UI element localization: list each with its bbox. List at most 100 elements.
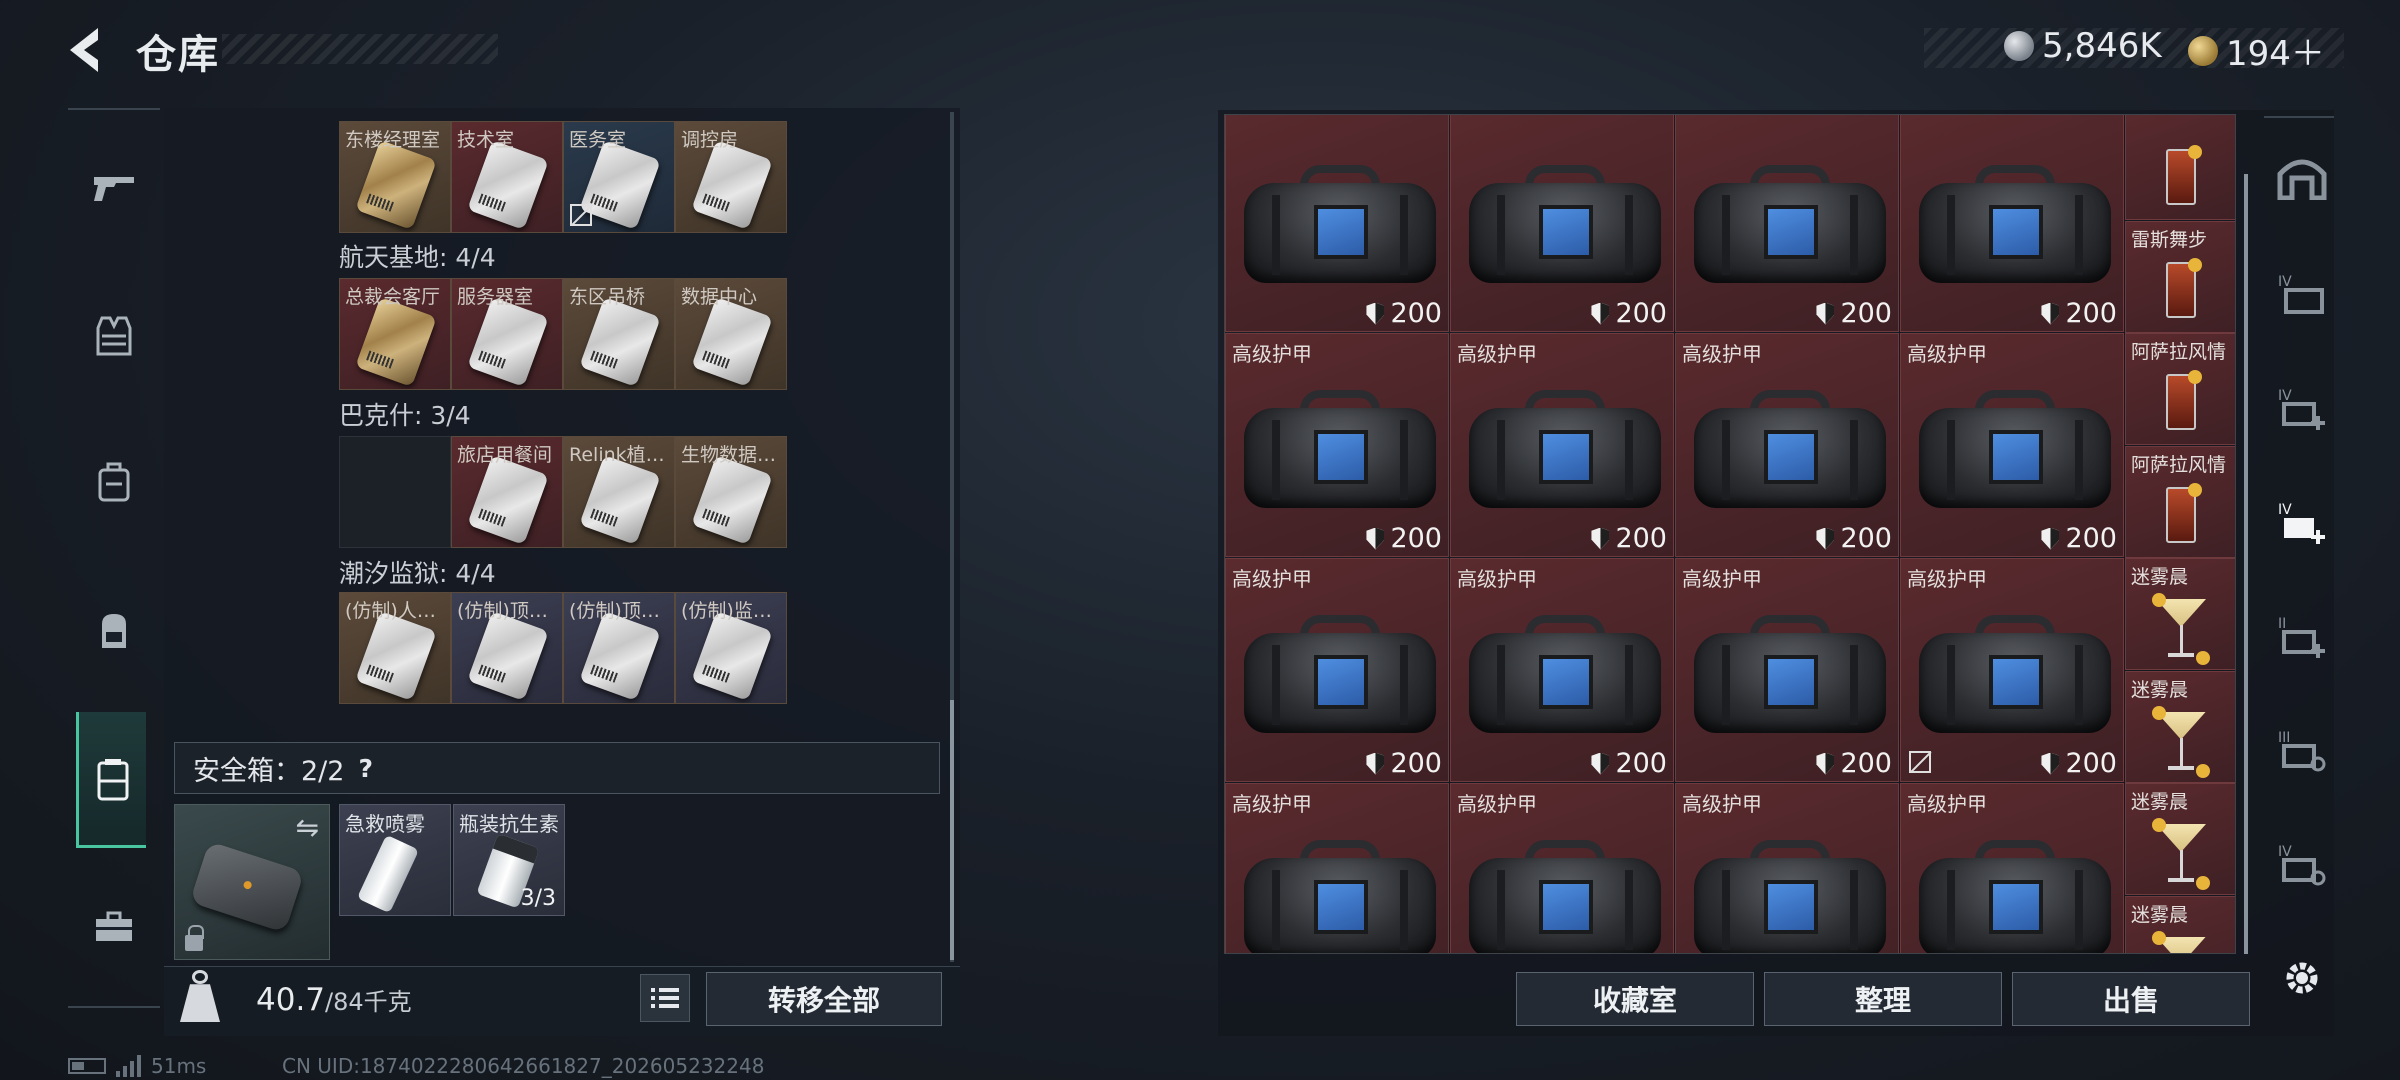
armor-item-cell[interactable]: 高级护甲200 <box>1225 783 1449 953</box>
key-card[interactable]: (仿制)顶… <box>451 592 563 704</box>
tab-stash-iv-d[interactable]: IV <box>2274 836 2330 892</box>
armor-item-cell[interactable]: 高级护甲186 <box>1450 783 1674 953</box>
armor-item-cell[interactable]: 高级护甲200 <box>1675 333 1899 557</box>
tab-stash-iv-a[interactable]: IV <box>2274 266 2330 322</box>
key-card[interactable]: 数据中心 <box>675 278 787 390</box>
drink-item-cell[interactable]: 迷雾晨 <box>2125 558 2235 670</box>
shield-icon <box>1366 527 1385 550</box>
nav-toolbox[interactable] <box>78 890 150 962</box>
stash-iv-add-icon: IV <box>2278 388 2325 430</box>
armor-item-cell[interactable]: 200 <box>1225 115 1449 332</box>
armor-item-cell[interactable]: 高级护甲200 <box>1450 333 1674 557</box>
durability-number: 200 <box>1390 523 1442 554</box>
safe-box-slot[interactable]: ⇋ <box>174 804 330 960</box>
armor-item-cell[interactable]: 高级护甲157 <box>1900 783 2124 953</box>
durability-number: 200 <box>1615 748 1667 779</box>
item-name: 雷斯舞步 <box>2131 228 2208 251</box>
drink-item-cell[interactable] <box>2125 115 2235 220</box>
armor-item-cell[interactable]: 高级护甲200 <box>1225 558 1449 782</box>
key-card[interactable]: 东楼经理室 <box>339 121 451 233</box>
item-name: 高级护甲 <box>1232 567 1312 591</box>
armor-item-cell[interactable]: 高级护甲200 <box>1900 333 2124 557</box>
stash-iv-icon: IV <box>2278 274 2324 314</box>
tab-stash-iv-c[interactable]: IV <box>2274 494 2330 550</box>
drink-item-cell[interactable]: 迷雾晨 <box>2125 670 2235 783</box>
key-row-0: 东楼经理室 技术室 医务室 调控房 <box>339 121 787 233</box>
transfer-all-button[interactable]: 转移全部 <box>706 972 942 1026</box>
key-card[interactable]: 技术室 <box>451 121 563 233</box>
armor-item-cell[interactable]: 200 <box>1675 115 1899 332</box>
collection-room-button[interactable]: 收藏室 <box>1516 972 1754 1026</box>
key-card[interactable]: 调控房 <box>675 121 787 233</box>
safe-item-antibiotics[interactable]: 瓶装抗生素 3/3 <box>453 804 565 916</box>
list-view-button[interactable] <box>640 974 690 1022</box>
shield-icon <box>2041 302 2060 325</box>
inventory-scrollbar-thumb[interactable] <box>950 700 954 960</box>
shield-icon <box>1591 752 1610 775</box>
durability-value: 200 <box>1816 523 1892 554</box>
durability-number: 200 <box>1840 298 1892 329</box>
item-name: 阿萨拉风情 <box>2131 453 2227 476</box>
empty-key-slot[interactable] <box>339 436 451 548</box>
nav-weapons[interactable] <box>78 152 150 224</box>
tab-stash-ii[interactable]: II <box>2274 608 2330 664</box>
armor-bag-icon <box>1694 836 1886 953</box>
durability-value: 200 <box>2041 298 2117 329</box>
nav-chest-rig[interactable] <box>78 446 150 518</box>
key-card[interactable]: 生物数据… <box>675 436 787 548</box>
drink-item-cell[interactable]: 阿萨拉风情 <box>2125 333 2235 445</box>
tab-stash-iv-b[interactable]: IV <box>2274 380 2330 436</box>
swap-icon[interactable]: ⇋ <box>296 811 319 844</box>
key-card[interactable]: 东区吊桥 <box>563 278 675 390</box>
sort-button[interactable]: 整理 <box>1764 972 2002 1026</box>
backpack-icon <box>102 614 126 648</box>
armor-item-cell[interactable]: 高级护甲200 <box>1900 558 2124 782</box>
tab-all[interactable] <box>2274 148 2330 204</box>
svg-text:IV: IV <box>2278 388 2292 404</box>
drink-item-cell[interactable]: 雷斯舞步 <box>2125 220 2235 333</box>
nav-armor[interactable] <box>78 300 150 372</box>
armor-item-cell[interactable]: 高级护甲200 <box>1450 558 1674 782</box>
battery-icon <box>68 1058 106 1074</box>
key-card-icon <box>467 454 549 546</box>
key-card[interactable]: 服务器室 <box>451 278 563 390</box>
back-button[interactable] <box>62 22 110 78</box>
item-name: 阿萨拉风情 <box>2131 341 2227 363</box>
key-card[interactable]: (仿制)监… <box>675 592 787 704</box>
armor-item-cell[interactable]: 200 <box>1450 115 1674 332</box>
item-name: 高级护甲 <box>1457 342 1537 366</box>
sell-button[interactable]: 出售 <box>2012 972 2250 1026</box>
shield-icon <box>1816 527 1835 550</box>
nav-safe-box[interactable] <box>76 712 146 848</box>
key-row-3: (仿制)人… (仿制)顶… (仿制)顶… (仿制)监… <box>339 592 787 704</box>
armor-item-cell[interactable]: 高级护甲200 <box>1675 558 1899 782</box>
drink-item-cell[interactable]: 迷雾晨 <box>2125 783 2235 895</box>
stash-category-tabs: IV IV IV II III IV <box>2264 116 2334 1036</box>
gold-coin-icon <box>2188 35 2218 66</box>
armor-item-cell[interactable]: 高级护甲200 <box>1225 333 1449 557</box>
tab-stash-iii[interactable]: III <box>2274 722 2330 778</box>
key-card[interactable]: Relink植… <box>563 436 675 548</box>
safe-item-spray[interactable]: 急救喷雾 <box>339 804 451 916</box>
gun-icon <box>94 177 134 201</box>
key-card[interactable]: 医务室 <box>563 121 675 233</box>
stash-scrollbar[interactable] <box>2244 174 2248 954</box>
drink-item-cell[interactable]: 阿萨拉风情 <box>2125 445 2235 558</box>
durability-value: 200 <box>1591 298 1667 329</box>
key-card[interactable]: 旅店用餐间 <box>451 436 563 548</box>
drink-item-cell[interactable]: 迷雾晨 <box>2125 895 2235 953</box>
item-name: 高级护甲 <box>1682 792 1762 816</box>
toolbox-icon <box>96 911 132 941</box>
currency-gold[interactable]: 194＋ <box>2188 26 2325 75</box>
armor-item-cell[interactable]: 高级护甲186 <box>1675 783 1899 953</box>
nav-backpack[interactable] <box>78 594 150 666</box>
key-card[interactable]: 总裁会客厅 <box>339 278 451 390</box>
help-icon[interactable]: ? <box>358 754 373 783</box>
key-card[interactable]: (仿制)顶… <box>563 592 675 704</box>
key-row-1: 总裁会客厅 服务器室 东区吊桥 数据中心 <box>339 278 787 390</box>
settings-button[interactable] <box>2274 950 2330 1006</box>
currency-silver[interactable]: 5,846K <box>2004 26 2162 66</box>
key-card[interactable]: (仿制)人… <box>339 592 451 704</box>
armor-item-cell[interactable]: 200 <box>1900 115 2124 332</box>
armor-bag-icon <box>1694 161 1886 293</box>
